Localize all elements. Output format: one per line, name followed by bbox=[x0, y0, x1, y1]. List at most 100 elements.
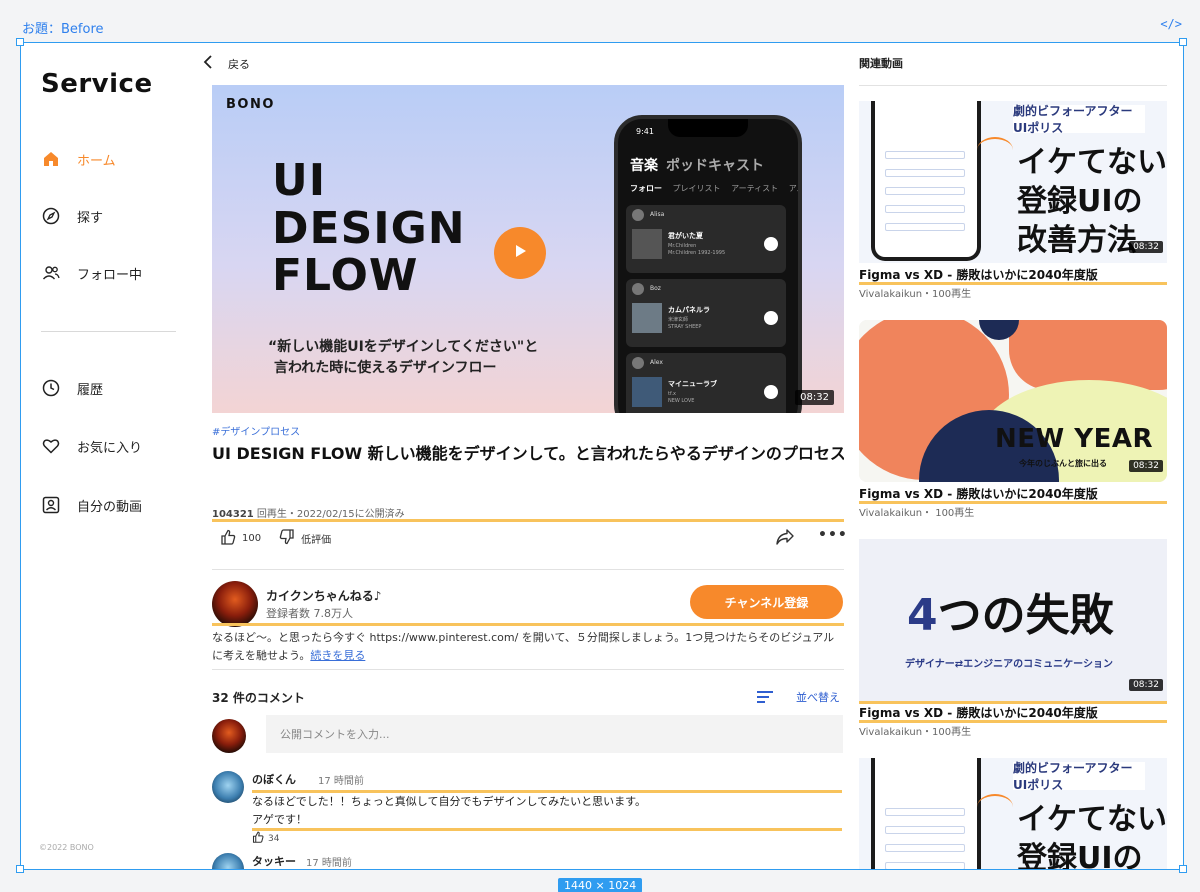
avatar bbox=[632, 283, 644, 295]
play-button[interactable] bbox=[494, 227, 546, 279]
code-icon[interactable]: </> bbox=[1160, 17, 1182, 31]
phone-card-song: マイニューラブ bbox=[668, 380, 717, 388]
comment-item: のぼくん 17 時間前 なるほどでした！！ちょっと真似して自分でもデザインしてみ… bbox=[212, 771, 844, 851]
related-video-item[interactable]: 劇的ビフォーアフター UIポリス イケてない 登録UIの 改善方法 08:32 … bbox=[859, 101, 1167, 306]
video-hero-subtitle-line: 言われた時に使えるデザインフロー bbox=[274, 360, 497, 376]
channel-avatar[interactable] bbox=[212, 581, 258, 627]
dislike-label: 低評価 bbox=[301, 535, 332, 546]
home-icon bbox=[41, 149, 61, 169]
read-more-link[interactable]: 続きを見る bbox=[310, 649, 365, 662]
related-thumbnail: NEW YEAR 今年のじぶんと旅に出る 08:32 bbox=[859, 320, 1167, 482]
people-icon bbox=[41, 263, 61, 283]
thumbs-up-icon bbox=[220, 529, 236, 548]
video-duration: 08:32 bbox=[1129, 241, 1163, 253]
logo[interactable]: Service bbox=[41, 69, 153, 99]
phone-mockup bbox=[871, 101, 981, 261]
sidebar-divider bbox=[41, 331, 176, 332]
avatar[interactable] bbox=[212, 853, 244, 869]
dislike-button[interactable]: 低評価 bbox=[279, 529, 331, 548]
share-button[interactable] bbox=[776, 529, 794, 549]
video-hero-subtitle: “新しい機能UIをデザインしてください"と 言われた時に使えるデザインフロー bbox=[268, 337, 538, 379]
phone-tabs: 音楽 ポッドキャスト bbox=[630, 155, 764, 175]
phone-card-song: カムパネルラ bbox=[668, 306, 710, 314]
video-duration: 08:32 bbox=[1129, 460, 1163, 472]
hashtag-link[interactable]: #デザインプロセス bbox=[212, 423, 300, 438]
resize-handle[interactable] bbox=[1179, 38, 1187, 46]
phone-play-icon bbox=[764, 311, 778, 325]
sidebar-item-explore[interactable]: 探す bbox=[41, 206, 103, 226]
avatar[interactable] bbox=[212, 771, 244, 803]
back-button[interactable]: 戻る bbox=[202, 55, 250, 72]
video-hero-subtitle-line: “新しい機能UIをデザインしてください"と bbox=[268, 339, 539, 355]
sidebar-item-home[interactable]: ホーム bbox=[41, 149, 116, 169]
sort-label[interactable]: 並べ替え bbox=[796, 689, 840, 705]
video-hero-title-line: FLOW bbox=[272, 250, 419, 302]
main-content: 戻る BONO UI DESIGN FLOW “新しい機能UIをデザインしてくだ… bbox=[196, 43, 851, 869]
sort-button[interactable] bbox=[756, 689, 774, 708]
resize-handle[interactable] bbox=[16, 865, 24, 873]
phone-subtab: アーティスト bbox=[731, 184, 779, 193]
sidebar-item-history[interactable]: 履歴 bbox=[41, 378, 103, 398]
sidebar-item-following[interactable]: フォロー中 bbox=[41, 263, 142, 283]
artboard: Service ホーム 探す フォロー中 履歴 お気に入り 自分の動画 ©202… bbox=[20, 42, 1184, 870]
resize-handle[interactable] bbox=[1179, 865, 1187, 873]
comment-author[interactable]: タッキー bbox=[252, 853, 296, 869]
thumbs-down-icon bbox=[279, 529, 295, 548]
video-actions: 100 低評価 bbox=[220, 529, 349, 548]
comment-text: なるほどでした！！ちょっと真似して自分でもデザインしてみたいと思います。 アゲで… bbox=[252, 793, 646, 828]
phone-song-card: Boz カムパネルラ 米津玄師 STRAY SHEEP bbox=[626, 279, 786, 347]
thumb-headline-line: イケてない bbox=[1017, 145, 1167, 180]
like-button[interactable]: 100 bbox=[220, 529, 261, 548]
sidebar-item-label: フォロー中 bbox=[77, 267, 143, 283]
video-player[interactable]: BONO UI DESIGN FLOW “新しい機能UIをデザインしてください"… bbox=[212, 85, 844, 413]
phone-card-artist: tf.x NEW LOVE bbox=[668, 391, 694, 405]
album-art bbox=[632, 377, 662, 407]
phone-card-user: Alisa bbox=[650, 211, 665, 218]
video-duration: 08:32 bbox=[1129, 679, 1163, 691]
related-video-item[interactable]: 劇的ビフォーアフター UIポリス イケてない 登録UIの bbox=[859, 758, 1167, 870]
thumb-headline: イケてない 登録UIの bbox=[1017, 800, 1167, 870]
sidebar-item-favorites[interactable]: お気に入り bbox=[41, 436, 142, 456]
phone-mockup bbox=[871, 758, 981, 869]
subscribe-button[interactable]: チャンネル登録 bbox=[690, 585, 843, 619]
thumb-headline-line: 登録UIの bbox=[1017, 841, 1143, 870]
chevron-left-icon bbox=[202, 55, 214, 72]
back-label: 戻る bbox=[228, 57, 250, 71]
related-video-item[interactable]: NEW YEAR 今年のじぶんと旅に出る 08:32 Figma vs XD -… bbox=[859, 320, 1167, 525]
more-options-button[interactable]: ••• bbox=[818, 527, 848, 543]
resize-handle[interactable] bbox=[16, 38, 24, 46]
related-meta: Vivalakaikun・100再生 bbox=[859, 727, 972, 738]
related-title: Figma vs XD - 勝敗はいかに2040年度版 bbox=[859, 487, 1098, 501]
comment-count: 32 件のコメント bbox=[212, 691, 305, 705]
related-thumbnail: 劇的ビフォーアフター UIポリス イケてない 登録UIの 改善方法 08:32 bbox=[859, 101, 1167, 263]
channel-name[interactable]: カイクンちゃんねる♪ bbox=[266, 587, 381, 604]
related-thumbnail: 劇的ビフォーアフター UIポリス イケてない 登録UIの bbox=[859, 758, 1167, 870]
related-videos: 関連動画 劇的ビフォーアフター UIポリス イケてない 登録UIの 改善方法 0… bbox=[859, 43, 1169, 870]
share-icon bbox=[776, 529, 794, 549]
thumb-subheadline: 今年のじぶんと旅に出る bbox=[1019, 459, 1107, 468]
sidebar: Service ホーム 探す フォロー中 履歴 お気に入り 自分の動画 ©202… bbox=[21, 43, 196, 869]
sidebar-item-label: 探す bbox=[77, 210, 104, 226]
arrow-icon bbox=[977, 794, 1013, 820]
divider bbox=[212, 669, 844, 670]
related-meta: Vivalakaikun・ 100再生 bbox=[859, 508, 975, 519]
related-meta: Vivalakaikun・100再生 bbox=[859, 289, 972, 300]
phone-time: 9:41 bbox=[636, 127, 654, 136]
comment-like-count: 34 bbox=[268, 833, 280, 844]
phone-tab-music: 音楽 bbox=[630, 158, 658, 174]
copyright: ©2022 BONO bbox=[39, 843, 94, 852]
clock-icon bbox=[41, 378, 61, 398]
thumb-headline-number: 4 bbox=[907, 590, 938, 641]
like-count: 100 bbox=[242, 533, 262, 544]
phone-card-artist-name: tf.x bbox=[668, 391, 676, 397]
comment-author[interactable]: のぼくん bbox=[252, 771, 296, 787]
sidebar-item-my-videos[interactable]: 自分の動画 bbox=[41, 495, 142, 515]
related-title: Figma vs XD - 勝敗はいかに2040年度版 bbox=[859, 268, 1098, 282]
album-art bbox=[632, 229, 662, 259]
comment-like-button[interactable]: 34 bbox=[252, 831, 279, 846]
compass-icon bbox=[41, 206, 61, 226]
related-video-item[interactable]: 4つの失敗 デザイナー⇄エンジニアのコミュニケーション 08:32 Figma … bbox=[859, 539, 1167, 744]
comment-input[interactable] bbox=[266, 715, 843, 753]
video-title: UI DESIGN FLOW 新しい機能をデザインして。と言われたらやるデザイン… bbox=[212, 444, 844, 463]
avatar bbox=[212, 719, 246, 753]
